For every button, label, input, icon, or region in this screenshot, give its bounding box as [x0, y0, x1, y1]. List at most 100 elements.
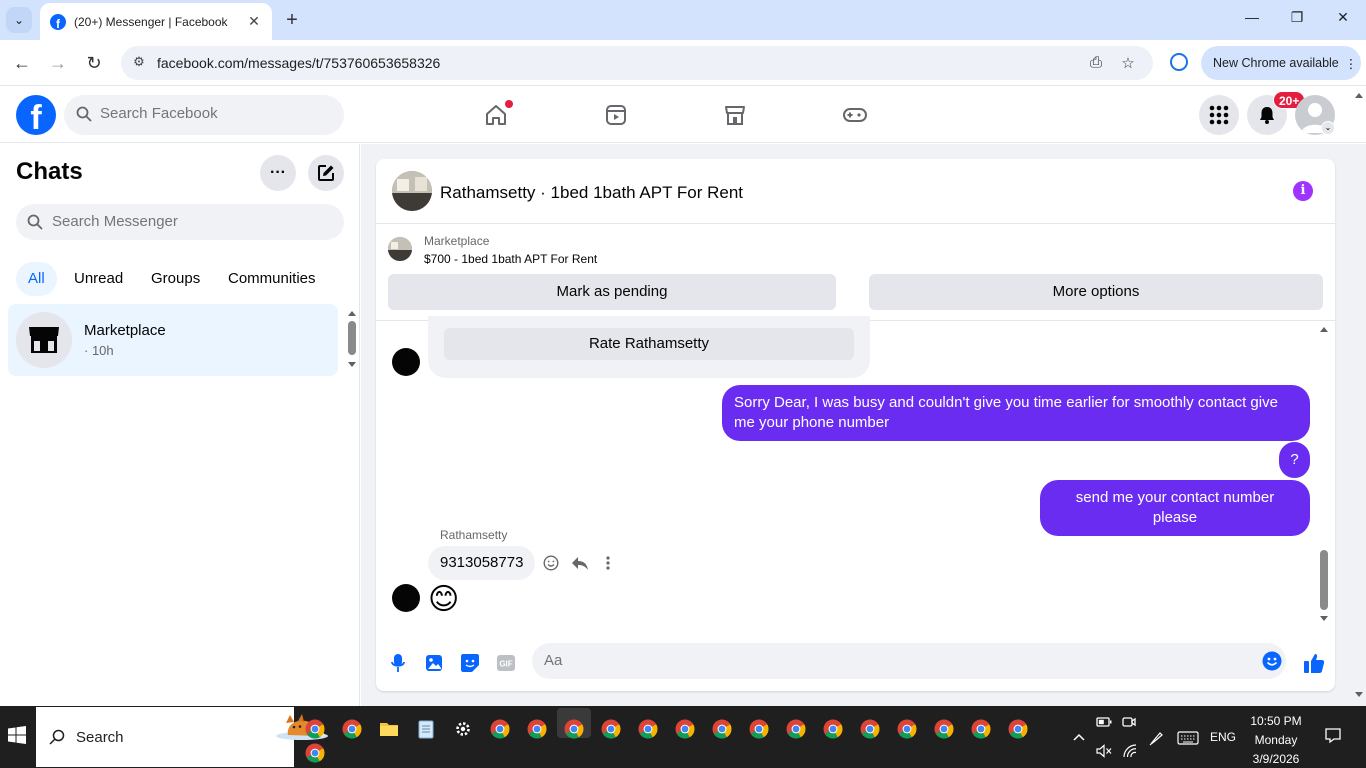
facebook-search-input[interactable] — [100, 105, 330, 122]
microphone-icon[interactable] — [387, 652, 409, 674]
menu-grid-button[interactable] — [1199, 95, 1239, 135]
window-close-icon[interactable]: ✕ — [1333, 9, 1353, 26]
filter-all[interactable]: All — [16, 262, 57, 296]
message-input[interactable] — [544, 652, 1244, 669]
chrome-app-icon[interactable] — [969, 717, 993, 741]
chrome-app-icon[interactable] — [599, 717, 623, 741]
new-message-button[interactable] — [308, 155, 344, 191]
battery-icon[interactable] — [1096, 716, 1112, 728]
bookmark-star-icon[interactable]: ☆ — [1119, 54, 1137, 72]
more-options-button[interactable]: More options — [869, 274, 1323, 310]
chrome-app-icon[interactable] — [1006, 717, 1030, 741]
messenger-search-input[interactable] — [52, 213, 332, 230]
photo-icon[interactable] — [423, 652, 445, 674]
react-emoji-icon[interactable] — [542, 554, 560, 572]
message-input-box[interactable] — [532, 643, 1286, 679]
chrome-app-icon[interactable] — [821, 717, 845, 741]
outgoing-message[interactable]: ? — [1279, 442, 1310, 478]
marketplace-listing-bar: Marketplace $700 - 1bed 1bath APT For Re… — [376, 225, 1335, 321]
address-bar[interactable]: ⚙ facebook.com/messages/t/75376065365832… — [121, 46, 1153, 80]
outgoing-message[interactable]: send me your contact number please — [1040, 480, 1310, 536]
chrome-app-icon[interactable] — [303, 741, 327, 765]
keyboard-icon[interactable] — [1177, 731, 1199, 745]
reply-icon[interactable] — [571, 554, 589, 572]
pen-icon[interactable] — [1149, 730, 1165, 746]
forward-arrow-icon[interactable]: → — [47, 52, 69, 74]
outgoing-message[interactable]: Sorry Dear, I was busy and couldn't give… — [722, 385, 1310, 441]
site-settings-icon[interactable]: ⚙ — [130, 54, 148, 72]
info-icon[interactable]: i — [1293, 181, 1313, 201]
listing-price-title[interactable]: $700 - 1bed 1bath APT For Rent — [424, 252, 597, 266]
chrome-app-icon[interactable] — [932, 717, 956, 741]
notepad-icon[interactable] — [414, 717, 438, 741]
emoji-picker-icon[interactable] — [1262, 651, 1282, 671]
filter-groups[interactable]: Groups — [139, 262, 212, 296]
reload-icon[interactable]: ↻ — [83, 52, 105, 74]
thumbs-up-icon[interactable] — [1302, 652, 1326, 674]
mark-as-pending-button[interactable]: Mark as pending — [388, 274, 836, 310]
language-indicator[interactable]: ENG — [1210, 730, 1236, 744]
home-notification-dot — [505, 100, 513, 108]
contact-avatar[interactable] — [392, 171, 432, 211]
chrome-app-icon[interactable] — [340, 717, 364, 741]
chrome-app-icon[interactable] — [747, 717, 771, 741]
gaming-icon[interactable] — [841, 101, 869, 129]
wifi-icon[interactable] — [1122, 744, 1138, 758]
install-app-icon[interactable]: ⎙ — [1087, 54, 1105, 71]
peer-avatar[interactable] — [392, 348, 420, 376]
listing-thumbnail[interactable] — [388, 237, 412, 261]
new-chrome-available-button[interactable]: New Chrome available ⋮ — [1201, 46, 1361, 80]
chrome-profile-icon[interactable] — [1170, 53, 1188, 71]
gif-icon[interactable]: GIF — [495, 652, 517, 674]
messenger-search[interactable] — [16, 204, 344, 240]
chrome-app-icon[interactable] — [784, 717, 808, 741]
sticker-icon[interactable] — [459, 652, 481, 674]
facebook-favicon-icon: f — [50, 13, 66, 30]
camera-icon[interactable] — [1122, 715, 1136, 729]
chevron-down-icon[interactable]: ⌄ — [1321, 121, 1335, 135]
chrome-app-icon[interactable] — [858, 717, 882, 741]
chrome-app-icon[interactable] — [710, 717, 734, 741]
window-restore-icon[interactable]: ❐ — [1287, 9, 1307, 26]
more-vertical-icon[interactable] — [599, 554, 617, 572]
chat-list-item[interactable]: Marketplace · 10h — [8, 304, 338, 376]
filter-communities[interactable]: Communities — [216, 262, 328, 296]
url-text[interactable]: facebook.com/messages/t/753760653658326 — [157, 55, 440, 71]
marketplace-icon[interactable] — [721, 101, 749, 129]
chrome-app-icon[interactable] — [525, 717, 549, 741]
window-minimize-icon[interactable]: — — [1242, 9, 1262, 25]
tab-close-icon[interactable]: ✕ — [246, 13, 262, 30]
sidebar-scrollbar[interactable] — [345, 306, 359, 372]
file-explorer-icon[interactable] — [377, 717, 401, 741]
rate-seller-button[interactable]: Rate Rathamsetty — [444, 328, 854, 360]
chat-options-button[interactable]: ··· — [260, 155, 296, 191]
taskbar-search-box[interactable]: Search — [36, 707, 328, 767]
notification-center-icon[interactable] — [1325, 728, 1341, 744]
chrome-app-icon[interactable] — [303, 717, 327, 741]
browser-tab-strip: ⌄ f (20+) Messenger | Facebook ✕ + — ❐ ✕ — [0, 0, 1366, 40]
new-tab-plus-icon[interactable]: + — [282, 8, 302, 32]
chrome-app-icon[interactable] — [895, 717, 919, 741]
incoming-emoji-message[interactable]: 😊 — [428, 580, 459, 620]
volume-muted-icon[interactable] — [1096, 744, 1112, 758]
video-icon[interactable] — [602, 101, 630, 129]
back-arrow-icon[interactable]: ← — [11, 52, 33, 74]
facebook-search[interactable] — [64, 95, 344, 135]
settings-gear-icon[interactable] — [451, 717, 475, 741]
facebook-logo-icon[interactable]: f — [16, 95, 56, 135]
browser-tab-messenger[interactable]: f (20+) Messenger | Facebook ✕ — [40, 3, 272, 40]
chrome-app-icon[interactable] — [636, 717, 660, 741]
thread-scrollbar[interactable] — [1317, 322, 1331, 626]
conversation-title[interactable]: Rathamsetty · 1bed 1bath APT For Rent — [440, 183, 743, 203]
incoming-message[interactable]: 9313058773 — [428, 546, 536, 580]
page-scrollbar[interactable] — [1352, 88, 1366, 706]
chevron-up-icon[interactable] — [1072, 730, 1086, 744]
chrome-app-icon[interactable] — [562, 717, 586, 741]
filter-unread[interactable]: Unread — [62, 262, 135, 296]
tab-search-button[interactable]: ⌄ — [6, 7, 32, 33]
windows-start-icon[interactable] — [8, 726, 26, 744]
peer-avatar[interactable] — [392, 584, 420, 612]
taskbar-clock[interactable]: 10:50 PM Monday 3/9/2026 — [1238, 712, 1314, 768]
chrome-app-icon[interactable] — [488, 717, 512, 741]
chrome-app-icon[interactable] — [673, 717, 697, 741]
